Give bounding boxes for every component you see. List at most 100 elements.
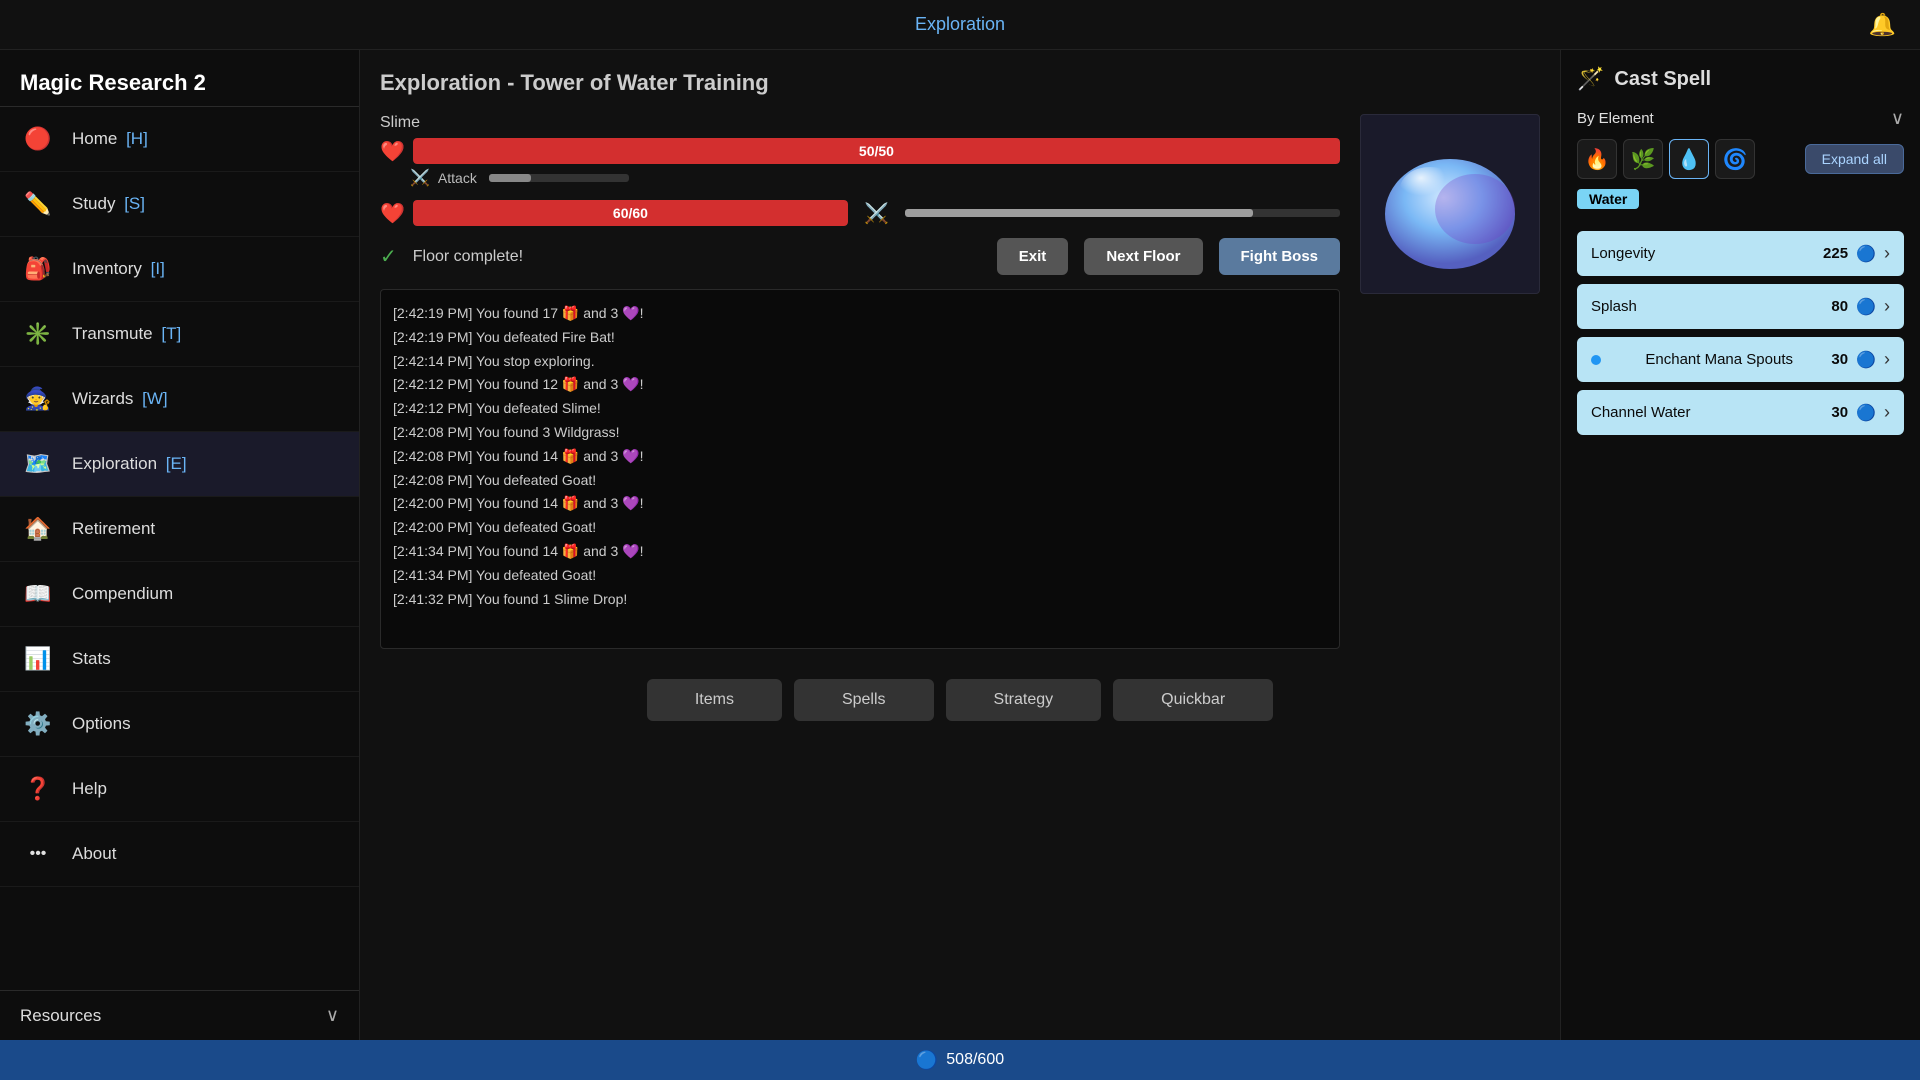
log-entry: [2:41:32 PM] You found 1 Slime Drop! (393, 588, 1327, 612)
inventory-icon: 🎒 (20, 251, 56, 287)
sidebar-label-retirement: Retirement (72, 519, 155, 539)
sidebar-item-study[interactable]: ✏️ Study [S] (0, 172, 359, 237)
top-bar: Exploration 🔔 (0, 0, 1920, 50)
sidebar-item-exploration[interactable]: 🗺️ Exploration [E] (0, 432, 359, 497)
player-hp-text: 60/60 (613, 205, 648, 221)
spell-splash[interactable]: Splash 80 🔵 › (1577, 284, 1904, 329)
spell-channel-cost: 30 (1831, 404, 1848, 421)
log-entry: [2:42:08 PM] You found 14 🎁 and 3 💜! (393, 445, 1327, 469)
options-icon: ⚙️ (20, 706, 56, 742)
spell-splash-right: 80 🔵 › (1831, 296, 1890, 317)
sidebar-item-help[interactable]: ❓ Help (0, 757, 359, 822)
resources-section[interactable]: Resources ∨ (0, 990, 359, 1040)
wand-icon: 🪄 (1577, 66, 1604, 92)
water-badge-row: Water (1577, 189, 1904, 221)
enemy-attack-fill (489, 174, 531, 182)
stats-icon: 📊 (20, 641, 56, 677)
sidebar-item-retirement[interactable]: 🏠 Retirement (0, 497, 359, 562)
tab-spells[interactable]: Spells (794, 679, 934, 721)
combat-section: Slime ❤️ 50/50 ⚔️ Attack (380, 114, 1540, 649)
mana-icon: 🔵 (916, 1050, 938, 1071)
bell-icon[interactable]: 🔔 (1869, 12, 1896, 38)
spell-longevity-mana-icon: 🔵 (1856, 244, 1876, 264)
by-element-label: By Element (1577, 110, 1654, 127)
nature-element-icon[interactable]: 🌀 (1715, 139, 1755, 179)
enemy-attack-row: ⚔️ Attack (410, 168, 1340, 188)
cast-spell-header: 🪄 Cast Spell (1577, 66, 1904, 92)
slime-image (1375, 139, 1525, 269)
spell-splash-chevron-icon: › (1884, 296, 1890, 317)
sidebar-item-home[interactable]: 🔴 Home [H] (0, 107, 359, 172)
sidebar-item-wizards[interactable]: 🧙 Wizards [W] (0, 367, 359, 432)
right-panel: 🪄 Cast Spell By Element ∨ 🔥 🌿 💧 🌀 Expand… (1560, 50, 1920, 1040)
home-icon: 🔴 (20, 121, 56, 157)
tab-quickbar[interactable]: Quickbar (1113, 679, 1273, 721)
fight-boss-button[interactable]: Fight Boss (1219, 238, 1341, 275)
spell-channel-water[interactable]: Channel Water 30 🔵 › (1577, 390, 1904, 435)
player-sword-icon: ⚔️ (864, 201, 889, 226)
study-icon: ✏️ (20, 186, 56, 222)
sidebar-item-stats[interactable]: 📊 Stats (0, 627, 359, 692)
player-hp-bar: 60/60 (413, 200, 848, 226)
sidebar-item-inventory[interactable]: 🎒 Inventory [I] (0, 237, 359, 302)
resources-label: Resources (20, 1006, 101, 1026)
resources-chevron-icon: ∨ (326, 1005, 339, 1026)
combat-main: Slime ❤️ 50/50 ⚔️ Attack (380, 114, 1340, 649)
tab-items[interactable]: Items (647, 679, 782, 721)
next-floor-button[interactable]: Next Floor (1084, 238, 1202, 275)
app-title: Magic Research 2 (0, 50, 359, 106)
page-title: Exploration - Tower of Water Training (380, 70, 1540, 96)
enemy-block: Slime ❤️ 50/50 ⚔️ Attack (380, 114, 1340, 188)
log-entry: [2:41:34 PM] You found 14 🎁 and 3 💜! (393, 540, 1327, 564)
spell-channel-mana-icon: 🔵 (1856, 403, 1876, 423)
cast-spell-label: Cast Spell (1614, 68, 1711, 91)
tab-strategy[interactable]: Strategy (946, 679, 1102, 721)
expand-all-button[interactable]: Expand all (1805, 144, 1904, 174)
sidebar-item-transmute[interactable]: ✳️ Transmute [T] (0, 302, 359, 367)
element-filter-chevron-icon[interactable]: ∨ (1891, 108, 1904, 129)
spell-longevity[interactable]: Longevity 225 🔵 › (1577, 231, 1904, 276)
spell-longevity-cost: 225 (1823, 245, 1848, 262)
fire-element-icon[interactable]: 🔥 (1577, 139, 1617, 179)
player-hp-row: ❤️ 60/60 ⚔️ (380, 200, 1340, 226)
log-entry: [2:42:14 PM] You stop exploring. (393, 350, 1327, 374)
exploration-icon: 🗺️ (20, 446, 56, 482)
enemy-hp-text: 50/50 (859, 143, 894, 159)
sidebar-label-options: Options (72, 714, 131, 734)
enemy-hp-icon: ❤️ (380, 139, 405, 164)
mana-text: 508/600 (946, 1051, 1004, 1069)
main-layout: Magic Research 2 🔴 Home [H] ✏️ Study [S]… (0, 50, 1920, 1040)
earth-element-icon[interactable]: 🌿 (1623, 139, 1663, 179)
bottom-tabs: Items Spells Strategy Quickbar (380, 665, 1540, 721)
player-hp-icon: ❤️ (380, 201, 405, 226)
status-bar: 🔵 508/600 (0, 1040, 1920, 1080)
spell-enchant-mana-spouts[interactable]: Enchant Mana Spouts 30 🔵 › (1577, 337, 1904, 382)
exit-button[interactable]: Exit (997, 238, 1069, 275)
spell-enchant-cost: 30 (1831, 351, 1848, 368)
enemy-hp-bar: 50/50 (413, 138, 1340, 164)
log-entry: [2:42:19 PM] You defeated Fire Bat! (393, 326, 1327, 350)
enemy-hp-row: ❤️ 50/50 (380, 138, 1340, 164)
sidebar-label-transmute: Transmute [T] (72, 324, 181, 344)
log-entry: [2:42:08 PM] You found 3 Wildgrass! (393, 421, 1327, 445)
water-element-icon[interactable]: 💧 (1669, 139, 1709, 179)
spell-longevity-chevron-icon: › (1884, 243, 1890, 264)
enemy-attack-bar (489, 174, 629, 182)
combat-log[interactable]: [2:42:19 PM] You found 17 🎁 and 3 💜![2:4… (380, 289, 1340, 649)
sidebar-label-inventory: Inventory [I] (72, 259, 165, 279)
sidebar-label-help: Help (72, 779, 107, 799)
log-entry: [2:42:00 PM] You defeated Goat! (393, 516, 1327, 540)
compendium-icon: 📖 (20, 576, 56, 612)
enemy-attack-label: Attack (438, 170, 477, 186)
sidebar-label-compendium: Compendium (72, 584, 173, 604)
enemy-name: Slime (380, 114, 1340, 132)
sidebar-label-study: Study [S] (72, 194, 145, 214)
sidebar: Magic Research 2 🔴 Home [H] ✏️ Study [S]… (0, 50, 360, 1040)
spell-splash-name: Splash (1591, 298, 1637, 315)
sidebar-item-compendium[interactable]: 📖 Compendium (0, 562, 359, 627)
sidebar-item-about[interactable]: ••• About (0, 822, 359, 887)
sidebar-label-stats: Stats (72, 649, 111, 669)
sidebar-item-options[interactable]: ⚙️ Options (0, 692, 359, 757)
enemy-attack-icon: ⚔️ (410, 168, 430, 188)
spell-enchant-chevron-icon: › (1884, 349, 1890, 370)
